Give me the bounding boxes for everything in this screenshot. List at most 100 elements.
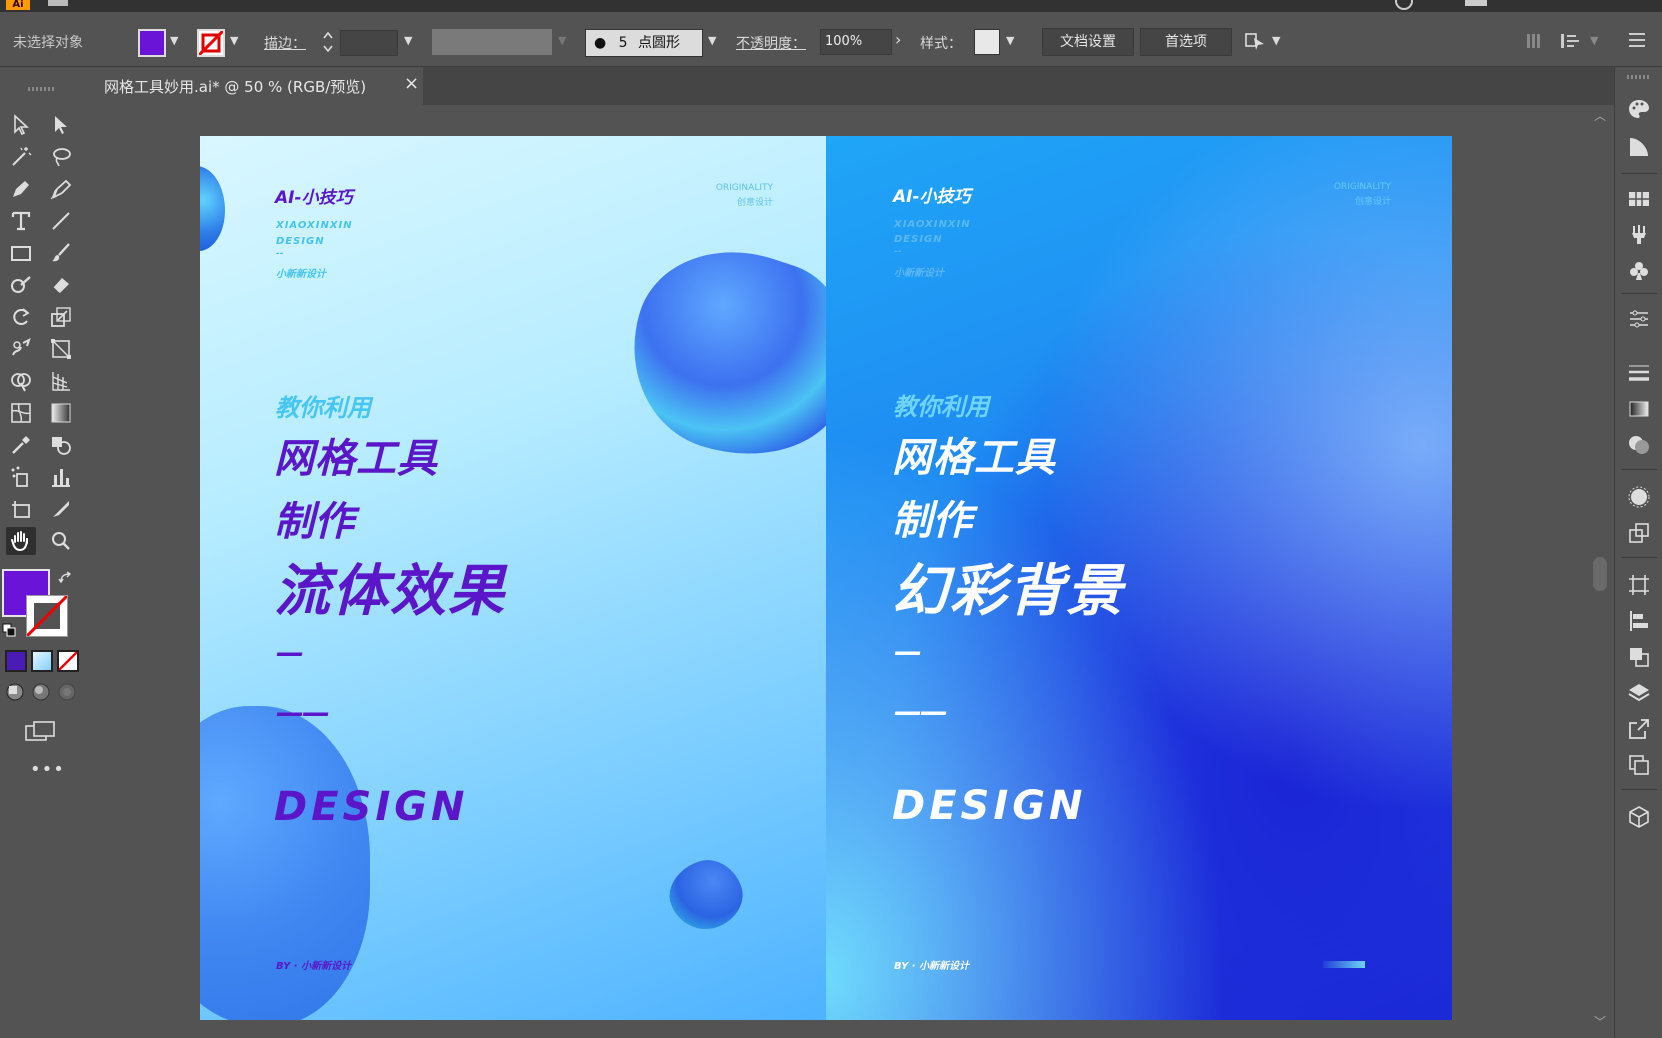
scale-tool-icon[interactable]: [46, 303, 76, 331]
stroke-color-box-none[interactable]: [26, 595, 68, 637]
swap-fill-stroke-icon[interactable]: [58, 571, 74, 587]
draw-behind-icon[interactable]: [31, 682, 51, 702]
pathfinder-panel-icon[interactable]: [1627, 645, 1653, 671]
color-guide-panel-icon[interactable]: [1627, 135, 1653, 161]
opacity-input[interactable]: 100%: [820, 29, 892, 55]
draw-inside-icon[interactable]: [57, 682, 77, 702]
draw-normal-icon[interactable]: [5, 682, 25, 702]
gradient-tool-icon[interactable]: [46, 399, 76, 427]
properties-panel-icon[interactable]: [1627, 307, 1653, 333]
blob-bottom-left: [200, 706, 370, 1020]
graphic-style-swatch[interactable]: [974, 29, 1000, 55]
color-panel-icon[interactable]: [1627, 97, 1653, 123]
vertical-scrollbar[interactable]: ︿ ﹀: [1586, 105, 1614, 1038]
pen-tool-icon[interactable]: [6, 175, 36, 203]
layers-panel-icon[interactable]: [1627, 681, 1653, 707]
gradient-panel-icon[interactable]: [1627, 397, 1653, 423]
hand-tool-icon[interactable]: [6, 527, 36, 555]
change-screen-mode-icon[interactable]: [24, 719, 56, 743]
rotate-tool-icon[interactable]: [6, 303, 36, 331]
opacity-arrow-icon[interactable]: ›: [895, 30, 901, 49]
align-panel-icon[interactable]: [1627, 609, 1653, 635]
arrange-documents-icon[interactable]: [1465, 0, 1487, 6]
stroke-label[interactable]: 描边：: [264, 33, 306, 53]
stroke-swatch-none-icon[interactable]: [197, 29, 225, 57]
more-tools-icon[interactable]: •••: [30, 759, 65, 780]
opacity-label[interactable]: 不透明度：: [736, 33, 806, 53]
appearance-panel-icon[interactable]: [1627, 485, 1653, 511]
document-tab[interactable]: 网格工具妙用.ai* @ 50 % (RGB/预览) ×: [86, 67, 423, 105]
select-similar-chevron-icon[interactable]: ▼: [1272, 34, 1280, 47]
curvature-tool-icon[interactable]: [46, 175, 76, 203]
fill-swatch[interactable]: [138, 29, 166, 57]
document-setup-button[interactable]: 文档设置: [1042, 28, 1134, 56]
artboards-panel-icon[interactable]: [1627, 573, 1653, 599]
line-tool-icon[interactable]: [46, 207, 76, 235]
stroke-panel-icon[interactable]: [1627, 361, 1653, 387]
rectangle-tool-icon[interactable]: [6, 239, 36, 267]
double-dash: ——: [276, 696, 330, 729]
brushes-panel-icon[interactable]: [1627, 223, 1653, 249]
blend-tool-icon[interactable]: [46, 431, 76, 459]
stroke-dropdown-chevron-icon[interactable]: ▼: [230, 34, 238, 47]
panel-menu-icon[interactable]: [1628, 32, 1646, 48]
artboard-fluid-effect[interactable]: AI-小技巧 ORIGINALITY 创意设计 XIAOXINXIN DESIG…: [200, 136, 826, 1020]
type-tool-icon[interactable]: [6, 207, 36, 235]
search-icon[interactable]: [1395, 0, 1413, 10]
variable-width-profile[interactable]: [432, 29, 552, 55]
perspective-grid-tool-icon[interactable]: [46, 367, 76, 395]
close-tab-icon[interactable]: ×: [404, 73, 419, 94]
scroll-thumb[interactable]: [1593, 557, 1607, 591]
scroll-up-icon[interactable]: ︿: [1594, 107, 1606, 124]
magic-wand-tool-icon[interactable]: [6, 143, 36, 171]
lasso-tool-icon[interactable]: [46, 143, 76, 171]
stroke-weight-chevron-icon[interactable]: ▼: [404, 34, 412, 47]
profile-chevron-icon[interactable]: ▼: [558, 34, 566, 47]
eyedropper-tool-icon[interactable]: [6, 431, 36, 459]
column-graph-tool-icon[interactable]: [46, 463, 76, 491]
links-panel-icon[interactable]: [1627, 753, 1653, 779]
dock-grip[interactable]: [1627, 75, 1651, 79]
direct-selection-tool-icon[interactable]: [46, 111, 76, 139]
select-similar-icon[interactable]: [1244, 30, 1266, 52]
color-mode-button[interactable]: [5, 650, 27, 672]
fill-dropdown-chevron-icon[interactable]: ▼: [170, 34, 178, 47]
artboard-tool-icon[interactable]: [6, 495, 36, 523]
free-transform-tool-icon[interactable]: [46, 335, 76, 363]
slice-tool-icon[interactable]: [46, 495, 76, 523]
swatches-panel-icon[interactable]: [1627, 187, 1653, 213]
asset-export-panel-icon[interactable]: [1627, 717, 1653, 743]
panel-grip[interactable]: [28, 87, 56, 91]
eraser-tool-icon[interactable]: [46, 271, 76, 299]
sub-line-3: 小新新设计: [276, 269, 326, 280]
transparency-panel-icon[interactable]: [1627, 433, 1653, 459]
shape-builder-tool-icon[interactable]: [6, 367, 36, 395]
selection-tool-icon[interactable]: [6, 111, 36, 139]
menu-bar: Ai: [0, 0, 1662, 12]
symbols-panel-icon[interactable]: [1627, 259, 1653, 285]
transform-icon[interactable]: [1560, 32, 1582, 50]
design-word: DESIGN: [274, 784, 469, 830]
none-mode-button[interactable]: [57, 650, 79, 672]
3d-panel-icon[interactable]: [1627, 805, 1653, 831]
home-icon[interactable]: [48, 0, 68, 6]
shaper-tool-icon[interactable]: [6, 271, 36, 299]
transform-chevron-icon[interactable]: ▼: [1590, 34, 1598, 47]
preferences-button[interactable]: 首选项: [1140, 28, 1232, 56]
warp-tool-icon[interactable]: [6, 335, 36, 363]
artboard-iridescent-background[interactable]: AI-小技巧 ORIGINALITY 创意设计 XIAOXINXIN DESIG…: [826, 136, 1452, 1020]
mesh-tool-icon[interactable]: [6, 399, 36, 427]
transform-panel-icon[interactable]: [1627, 521, 1653, 547]
zoom-tool-icon[interactable]: [46, 527, 76, 555]
symbol-sprayer-tool-icon[interactable]: [6, 463, 36, 491]
paintbrush-tool-icon[interactable]: [46, 239, 76, 267]
brush-chevron-icon[interactable]: ▼: [708, 34, 716, 47]
align-grid-icon[interactable]: [1527, 34, 1541, 48]
style-chevron-icon[interactable]: ▼: [1006, 34, 1014, 47]
stroke-weight-stepper[interactable]: [322, 28, 334, 56]
brush-definition[interactable]: ● 5 点圆形: [585, 29, 703, 57]
gradient-mode-button[interactable]: [31, 650, 53, 672]
stroke-weight-input[interactable]: [340, 30, 398, 56]
scroll-down-icon[interactable]: ﹀: [1594, 1013, 1606, 1030]
default-fill-stroke-icon[interactable]: [2, 622, 16, 637]
